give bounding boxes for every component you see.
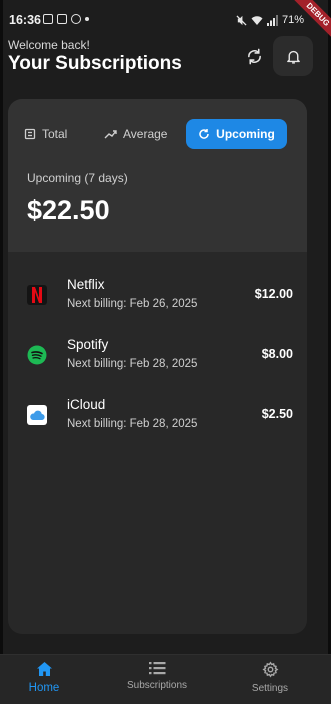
subscriptions-card: Total Average Upcoming Upcoming (7 days)…	[8, 99, 307, 634]
tab-average-label: Average	[123, 127, 168, 141]
notification-icon	[71, 14, 81, 24]
nav-settings[interactable]: Settings	[230, 661, 310, 694]
subscription-row-netflix[interactable]: Netflix Next billing: Feb 26, 2025 $12.0…	[8, 271, 307, 321]
gear-icon	[261, 661, 278, 678]
bell-icon	[286, 50, 300, 64]
tab-total-label: Total	[42, 127, 68, 141]
subscription-name: Spotify	[67, 337, 109, 352]
subscription-price: $12.00	[254, 287, 293, 301]
welcome-text: Welcome back!	[8, 38, 90, 52]
battery-level: 71%	[281, 14, 304, 26]
nav-settings-label: Settings	[251, 683, 289, 694]
nav-home-label: Home	[28, 682, 60, 694]
nav-home[interactable]: Home	[4, 661, 84, 694]
spotify-logo	[27, 345, 47, 365]
subscription-name: Netflix	[67, 277, 105, 292]
notification-icons	[43, 14, 89, 24]
receipt-icon	[24, 128, 36, 140]
subscription-next-billing: Next billing: Feb 28, 2025	[67, 358, 198, 370]
refresh-icon	[247, 48, 261, 64]
system-icons: 71%	[236, 14, 304, 26]
notification-icon	[43, 14, 53, 24]
refresh-button[interactable]	[240, 42, 268, 70]
home-icon	[36, 662, 52, 676]
summary-panel: Total Average Upcoming Upcoming (7 days)…	[8, 99, 307, 252]
subscription-price: $8.00	[261, 347, 293, 361]
subscription-row-icloud[interactable]: iCloud Next billing: Feb 28, 2025 $2.50	[8, 391, 307, 441]
subscription-name: iCloud	[67, 397, 106, 412]
subscription-next-billing: Next billing: Feb 28, 2025	[67, 418, 198, 430]
nav-subscriptions[interactable]: Subscriptions	[117, 661, 197, 691]
wifi-icon	[251, 15, 263, 25]
tab-upcoming[interactable]: Upcoming	[186, 119, 287, 149]
nav-subscriptions-label: Subscriptions	[126, 680, 188, 691]
summary-tabs: Total Average Upcoming	[20, 119, 296, 149]
mute-icon	[236, 14, 247, 26]
notification-icon	[57, 14, 67, 24]
tab-upcoming-label: Upcoming	[216, 127, 275, 141]
tab-total[interactable]: Total	[24, 119, 67, 149]
status-time: 16:36	[9, 13, 41, 27]
subscription-price: $2.50	[261, 407, 293, 421]
device-frame-left	[0, 0, 3, 704]
subscription-next-billing: Next billing: Feb 26, 2025	[67, 298, 198, 310]
netflix-logo	[27, 285, 47, 305]
status-bar: 16:36 71%	[8, 12, 324, 30]
bottom-navigation: Home Subscriptions Settings	[0, 654, 331, 704]
period-label: Upcoming (7 days)	[27, 171, 128, 185]
page-title: Your Subscriptions	[8, 53, 182, 74]
tab-average[interactable]: Average	[104, 119, 167, 149]
list-icon	[148, 662, 165, 675]
upcoming-amount: $22.50	[27, 195, 110, 225]
signal-icon	[266, 14, 278, 26]
icloud-logo	[27, 405, 47, 425]
notifications-button[interactable]	[273, 36, 313, 76]
more-notifications-dot	[85, 17, 89, 21]
trend-icon	[104, 130, 117, 139]
refresh-circle-icon	[199, 129, 209, 139]
subscription-row-spotify[interactable]: Spotify Next billing: Feb 28, 2025 $8.00	[8, 331, 307, 381]
